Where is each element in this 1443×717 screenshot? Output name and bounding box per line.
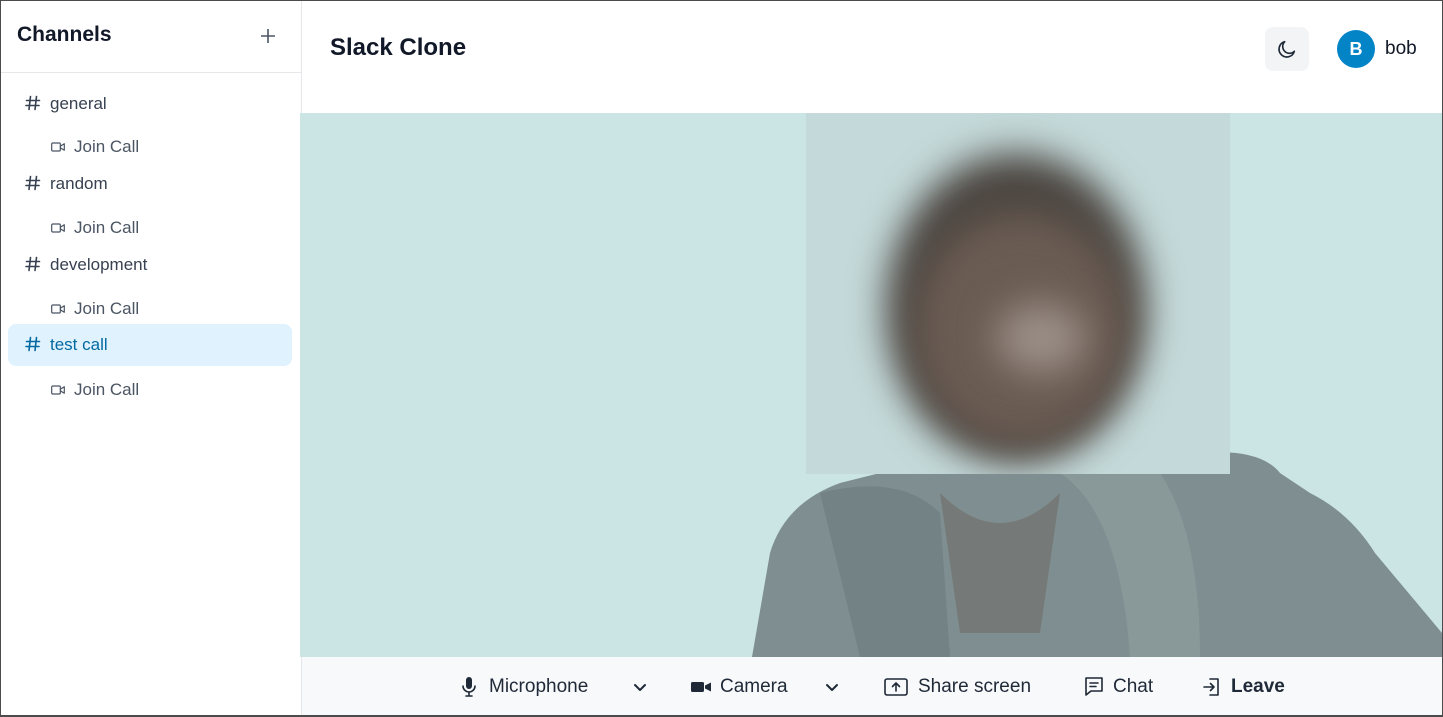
camera-options-button[interactable] (824, 673, 840, 701)
username[interactable]: bob (1385, 38, 1417, 60)
sidebar-title: Channels (17, 23, 112, 46)
microphone-label: Microphone (489, 676, 589, 697)
blurred-face-region (806, 113, 1230, 474)
leave-label: Leave (1231, 676, 1285, 697)
camera-icon (691, 682, 711, 692)
channel-random[interactable]: random (8, 163, 292, 205)
moon-icon (1278, 40, 1296, 58)
join-call-label: Join Call (74, 137, 140, 156)
chevron-down-icon (634, 684, 646, 691)
microphone-icon (462, 677, 476, 697)
hash-icon (25, 95, 41, 111)
video-camera-icon (51, 142, 65, 152)
chat-label: Chat (1113, 676, 1154, 697)
user-avatar[interactable]: B (1337, 30, 1375, 68)
video-camera-icon (51, 385, 65, 395)
app-title: Slack Clone (330, 34, 467, 61)
channel-label: test call (50, 335, 108, 354)
chevron-down-icon (826, 684, 838, 691)
channels-sidebar: Channels general Join Call random Join C… (1, 1, 302, 715)
video-stage (300, 113, 1442, 657)
channel-label: development (50, 255, 148, 274)
sidebar-header: Channels (1, 1, 301, 73)
plus-icon (261, 29, 275, 43)
channel-general[interactable]: general (8, 83, 292, 125)
video-camera-icon (51, 304, 65, 314)
hash-icon (25, 336, 41, 352)
call-controls-bar: Microphone Camera Share screen Chat Leav… (302, 657, 1442, 715)
add-channel-button[interactable] (255, 23, 281, 49)
leave-icon (1203, 678, 1219, 696)
chat-button[interactable]: Chat (1084, 673, 1153, 701)
leave-button[interactable]: Leave (1202, 673, 1285, 701)
hash-icon (25, 256, 41, 272)
share-screen-icon (884, 678, 908, 696)
face-highlight (996, 303, 1086, 373)
top-header: Slack Clone B bob (302, 1, 1442, 93)
camera-label: Camera (720, 676, 788, 697)
camera-button[interactable]: Camera (690, 673, 788, 701)
channel-test-call[interactable]: test call (8, 324, 292, 366)
video-camera-icon (51, 223, 65, 233)
channel-label: general (50, 94, 107, 113)
microphone-options-button[interactable] (632, 673, 648, 701)
channel-development[interactable]: development (8, 244, 292, 286)
theme-toggle-button[interactable] (1265, 27, 1309, 71)
microphone-button[interactable]: Microphone (460, 673, 588, 701)
join-call-label: Join Call (74, 380, 140, 399)
share-screen-button[interactable]: Share screen (884, 673, 1031, 701)
hash-icon (25, 175, 41, 191)
join-call-label: Join Call (74, 218, 140, 237)
share-screen-label: Share screen (918, 676, 1032, 697)
chat-icon (1085, 677, 1103, 696)
channel-label: random (50, 174, 108, 193)
join-call-label: Join Call (74, 299, 140, 318)
